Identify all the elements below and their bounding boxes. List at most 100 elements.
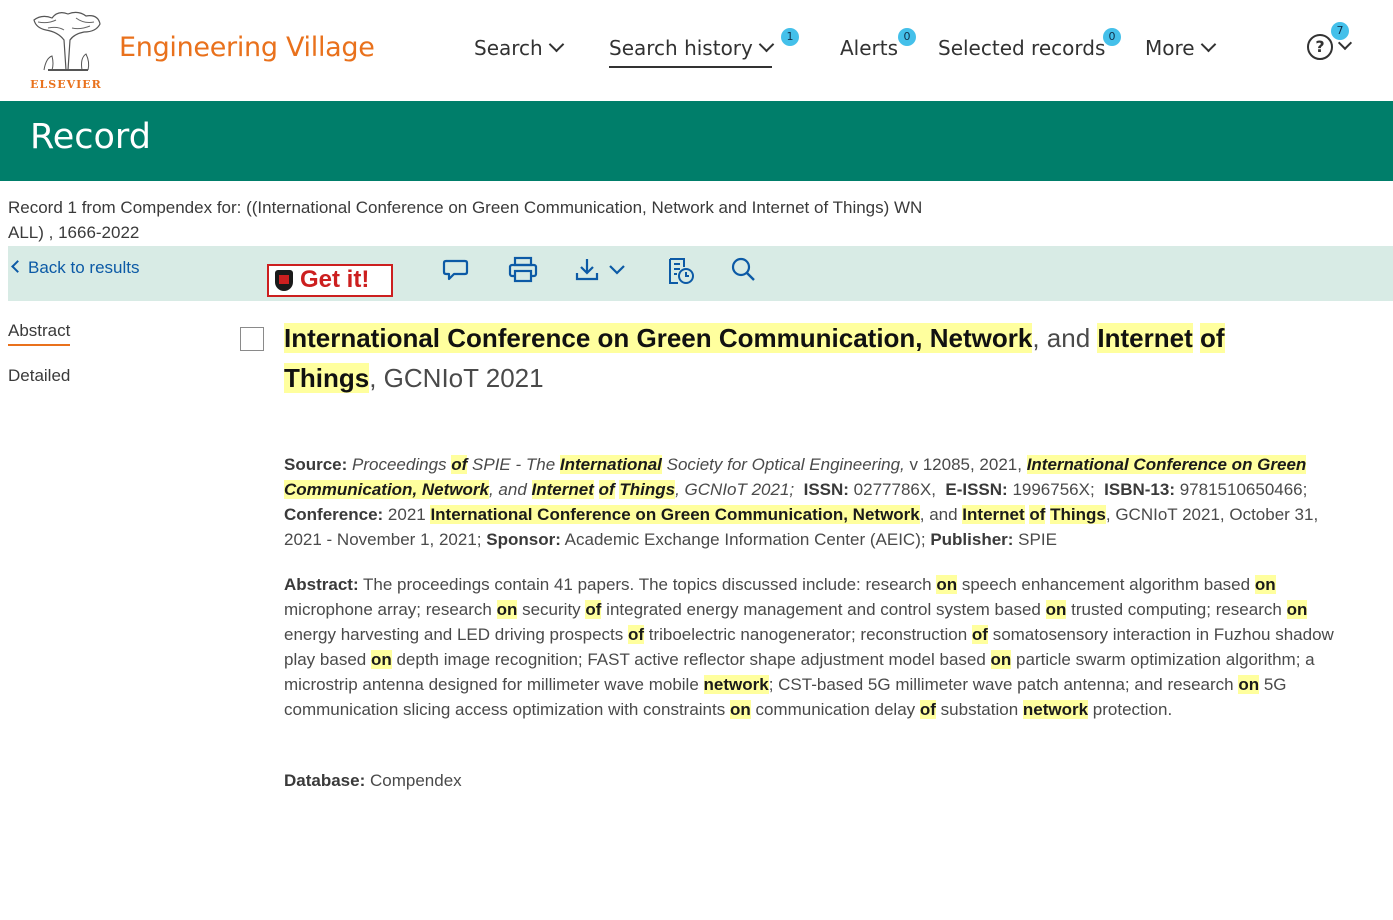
back-to-results-label: Back to results: [28, 258, 140, 277]
nav-search-label: Search: [474, 36, 543, 60]
source-highlight: Internet: [531, 480, 594, 499]
back-to-results-link[interactable]: Back to results: [11, 258, 140, 278]
publisher-wordmark: ELSEVIER: [30, 78, 102, 91]
abstract-highlight: of: [585, 600, 602, 619]
chevron-down-icon: [758, 36, 775, 53]
sponsor-label: Sponsor:: [486, 530, 561, 549]
help-icon[interactable]: ?: [1307, 34, 1333, 60]
issn-value: 0277786X,: [848, 480, 936, 499]
abstract-text: microphone array; research: [284, 600, 497, 619]
get-it-button[interactable]: Get it!: [267, 264, 393, 297]
title-text: , and: [1032, 323, 1098, 353]
eissn-label: E-ISSN:: [945, 480, 1008, 499]
abstract-highlight: on: [1238, 675, 1260, 694]
abstract-text: triboelectric nanogenerator; reconstruct…: [644, 625, 972, 644]
tab-abstract[interactable]: Abstract: [8, 321, 71, 346]
university-crest-icon: [275, 270, 293, 291]
tab-detailed[interactable]: Detailed: [8, 366, 70, 386]
conference-highlight: of: [1029, 505, 1046, 524]
source-text: SPIE - The: [467, 455, 560, 474]
source-text: v 12085, 2021,: [904, 455, 1027, 474]
abstract-text: energy harvesting and LED driving prospe…: [284, 625, 628, 644]
abstract-highlight: on: [1286, 600, 1308, 619]
nav-search[interactable]: Search: [474, 36, 564, 60]
nav-more-label: More: [1145, 36, 1195, 60]
save-history-icon[interactable]: [666, 256, 696, 286]
record-database: Database: Compendex: [284, 768, 1349, 793]
database-label: Database:: [284, 771, 366, 790]
conference-highlight: Things: [1050, 505, 1106, 524]
conference-label: Conference:: [284, 505, 384, 524]
record-source: Source: Proceedings of SPIE - The Intern…: [284, 452, 1349, 552]
chevron-down-icon: [548, 36, 564, 53]
abstract-highlight: of: [919, 700, 936, 719]
abstract-highlight: on: [990, 650, 1012, 669]
download-icon[interactable]: [574, 256, 630, 284]
source-highlight: International: [559, 455, 662, 474]
alerts-count-badge: 0: [898, 28, 916, 46]
abstract-text: trusted computing; research: [1066, 600, 1287, 619]
nav-more[interactable]: More: [1145, 36, 1216, 60]
abstract-label: Abstract:: [284, 575, 359, 594]
conference-highlight: Internet: [962, 505, 1025, 524]
nav-selected-records[interactable]: Selected records: [938, 36, 1105, 60]
publisher-label: Publisher:: [930, 530, 1014, 549]
help-count-badge: 7: [1331, 22, 1349, 40]
source-label: Source:: [284, 455, 348, 474]
abstract-highlight: of: [971, 625, 988, 644]
abstract-highlight: on: [936, 575, 958, 594]
abstract-text: protection.: [1088, 700, 1173, 719]
abstract-highlight: on: [1254, 575, 1276, 594]
sponsor-value: Academic Exchange Information Center (AE…: [560, 530, 926, 549]
title-highlight: Things: [284, 363, 370, 393]
conference-text: 2021: [383, 505, 431, 524]
nav-alerts-label: Alerts: [840, 36, 899, 60]
abstract-highlight: on: [370, 650, 392, 669]
source-text: Society for Optical Engineering,: [661, 455, 905, 474]
conference-text: , and: [919, 505, 963, 524]
title-highlight: Internet: [1097, 323, 1193, 353]
isbn-value: 9781510650466;: [1175, 480, 1308, 499]
chevron-down-icon: [1200, 36, 1216, 53]
chevron-left-icon: [11, 260, 24, 273]
abstract-text: security: [517, 600, 586, 619]
abstract-text: ; CST-based 5G millimeter wave patch ant…: [768, 675, 1239, 694]
title-highlight: International Conference on Green Commun…: [284, 323, 1033, 353]
abstract-text: integrated energy management and control…: [601, 600, 1046, 619]
page-title: Record: [30, 117, 151, 157]
source-text: [594, 480, 599, 499]
abstract-text: speech enhancement algorithm based: [957, 575, 1255, 594]
brand-title[interactable]: Engineering Village: [119, 32, 375, 63]
abstract-text: depth image recognition; FAST active ref…: [391, 650, 991, 669]
history-count-badge: 1: [781, 28, 799, 46]
abstract-highlight: network: [1022, 700, 1089, 719]
source-highlight: Things: [619, 480, 676, 499]
nav-alerts[interactable]: Alerts: [840, 36, 898, 60]
comment-icon[interactable]: [442, 256, 470, 284]
abstract-highlight: on: [1045, 600, 1067, 619]
search-query-summary: Record 1 from Compendex for: ((Internati…: [8, 198, 923, 242]
elsevier-tree-logo[interactable]: [28, 10, 104, 76]
search-icon[interactable]: [730, 256, 758, 284]
eissn-value: 1996756X;: [1007, 480, 1095, 499]
nav-history-label: Search history: [609, 36, 753, 60]
abstract-highlight: network: [703, 675, 769, 694]
record-toolbar: Back to results Get it!: [8, 246, 1393, 301]
abstract-highlight: on: [496, 600, 518, 619]
conference-highlight: International Conference on Green Commun…: [430, 505, 920, 524]
abstract-highlight: on: [729, 700, 751, 719]
abstract-text: The proceedings contain 41 papers. The t…: [358, 575, 937, 594]
issn-label: ISSN:: [803, 480, 849, 499]
nav-search-history[interactable]: Search history: [609, 36, 775, 68]
select-record-checkbox[interactable]: [240, 327, 264, 351]
record-abstract: Abstract: The proceedings contain 41 pap…: [284, 572, 1349, 722]
print-icon[interactable]: [507, 256, 539, 284]
title-highlight: of: [1199, 323, 1225, 353]
source-text: Proceedings: [347, 455, 452, 474]
title-text: , GCNIoT 2021: [369, 363, 544, 393]
source-highlight: of: [598, 480, 615, 499]
record-title: International Conference on Green Commun…: [284, 318, 1284, 398]
abstract-text: communication delay: [750, 700, 920, 719]
source-text: , and: [488, 480, 532, 499]
source-highlight: of: [451, 455, 468, 474]
